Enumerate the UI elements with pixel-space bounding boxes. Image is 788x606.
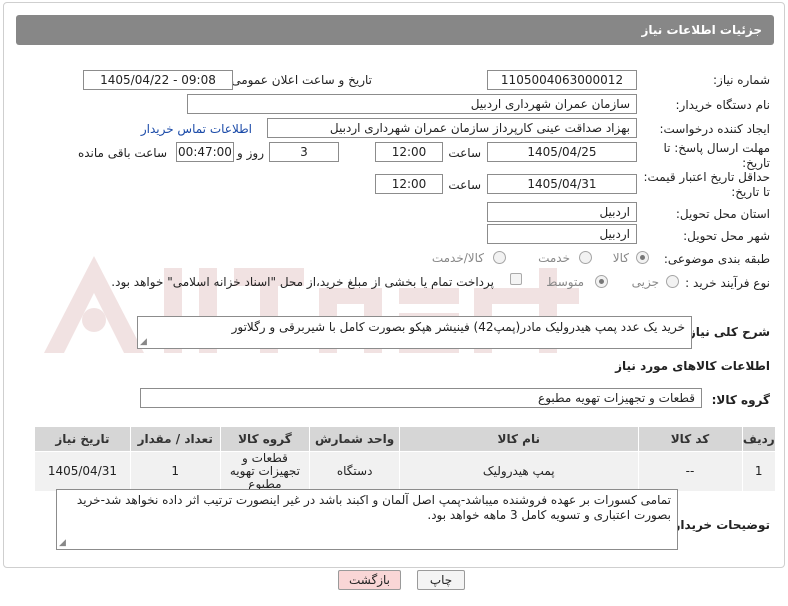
- announce-datetime-label: تاریخ و ساعت اعلان عمومی:: [227, 73, 372, 87]
- price-validity-label-line1: حداقل تاریخ اعتبار قیمت:: [643, 170, 770, 184]
- description-label: شرح کلی نیاز:: [684, 325, 770, 339]
- col-goods-name: نام کالا: [398, 426, 639, 452]
- deadline-date-field: 1405/04/25: [487, 142, 637, 162]
- goods-table: ردیف کد کالا نام کالا واحد شمارش گروه کا…: [34, 426, 776, 492]
- table-row: 1 -- پمپ هیدرولیک دستگاه قطعات و تجهیزات…: [34, 451, 776, 492]
- time-remaining-label: ساعت باقی مانده: [77, 146, 167, 160]
- cell-goods-code: --: [637, 451, 743, 492]
- announce-datetime-field: 1405/04/22 - 09:08: [83, 70, 233, 90]
- category-radio-goods[interactable]: [636, 251, 649, 264]
- description-text: خرید یک عدد پمپ هیدرولیک مادر(پمپ42) فین…: [231, 320, 685, 334]
- resize-grip-icon[interactable]: ◢: [140, 338, 147, 347]
- purchase-option-medium: متوسط: [546, 275, 584, 289]
- time-remaining-field: 00:47:00: [176, 142, 234, 162]
- cell-unit: دستگاه: [309, 451, 400, 492]
- category-radio-goods-service[interactable]: [493, 251, 506, 264]
- purchase-option-minor: جزیی: [631, 275, 659, 289]
- col-need-date: تاریخ نیاز: [34, 426, 131, 452]
- resize-grip-icon[interactable]: ◢: [59, 539, 66, 548]
- deadline-label-line1: مهلت ارسال پاسخ: تا: [663, 141, 770, 155]
- category-option-goods: کالا: [612, 251, 629, 265]
- buyer-org-field: سازمان عمران شهرداری اردبیل: [187, 94, 637, 114]
- deadline-label-line2: تاریخ:: [742, 156, 770, 170]
- city-label: شهر محل تحویل:: [683, 229, 770, 243]
- cell-goods-group: قطعات و تجهیزات تهویه مطبوع: [219, 451, 311, 492]
- buyer-notes-label: توضیحات خریدار:: [668, 518, 770, 532]
- days-remaining-field: 3: [269, 142, 339, 162]
- purchase-radio-minor[interactable]: [666, 275, 679, 288]
- buyer-notes-textarea[interactable]: تمامی کسورات بر عهده فروشنده میباشد-پمپ …: [56, 489, 678, 550]
- cell-goods-name: پمپ هیدرولیک: [398, 451, 639, 492]
- cell-quantity: 1: [129, 451, 221, 492]
- price-validity-label-line2: تا تاریخ:: [731, 185, 770, 199]
- cell-row-number: 1: [741, 451, 776, 492]
- category-label: طبقه بندی موضوعی:: [663, 252, 770, 266]
- need-number-field: 1105004063000012: [487, 70, 637, 90]
- province-field: اردبیل: [487, 202, 637, 222]
- col-goods-group: گروه کالا: [219, 426, 311, 452]
- category-option-service: خدمت: [538, 251, 570, 265]
- description-textarea[interactable]: خرید یک عدد پمپ هیدرولیک مادر(پمپ42) فین…: [137, 316, 692, 349]
- creator-field: بهزاد صداقت عینی کارپرداز سازمان عمران ش…: [267, 118, 637, 138]
- goods-group-field: قطعات و تجهیزات تهویه مطبوع: [140, 388, 702, 408]
- print-button[interactable]: چاپ: [417, 570, 465, 590]
- cell-need-date: 1405/04/31: [34, 451, 131, 492]
- category-radio-service[interactable]: [579, 251, 592, 264]
- panel-header: جزئیات اطلاعات نیاز: [16, 15, 774, 45]
- city-field: اردبیل: [487, 224, 637, 244]
- days-label: روز و: [237, 146, 264, 160]
- deadline-time-field: 12:00: [375, 142, 443, 162]
- creator-label: ایجاد کننده درخواست:: [659, 122, 770, 136]
- price-validity-time-label: ساعت: [448, 178, 481, 192]
- col-unit: واحد شمارش: [309, 426, 400, 452]
- treasury-payment-note: پرداخت تمام یا بخشی از مبلغ خرید،از محل …: [111, 275, 494, 289]
- buyer-org-label: نام دستگاه خریدار:: [675, 98, 771, 112]
- treasury-payment-checkbox[interactable]: [510, 273, 522, 285]
- col-quantity: تعداد / مقدار: [129, 426, 221, 452]
- details-panel: جزئیات اطلاعات نیاز شماره نیاز: 11050040…: [3, 2, 785, 568]
- province-label: استان محل تحویل:: [675, 207, 770, 221]
- col-row-number: ردیف: [741, 426, 776, 452]
- deadline-time-label: ساعت: [448, 146, 481, 160]
- goods-group-label: گروه کالا:: [711, 393, 770, 407]
- buyer-contact-link[interactable]: اطلاعات تماس خریدار: [141, 122, 252, 136]
- price-validity-date-field: 1405/04/31: [487, 174, 637, 194]
- buyer-notes-text: تمامی کسورات بر عهده فروشنده میباشد-پمپ …: [76, 493, 671, 522]
- col-goods-code: کد کالا: [637, 426, 743, 452]
- purchase-type-label: نوع فرآیند خرید :: [685, 276, 770, 290]
- category-option-goods-service: کالا/خدمت: [431, 251, 484, 265]
- need-number-label: شماره نیاز:: [713, 73, 770, 87]
- price-validity-time-field: 12:00: [375, 174, 443, 194]
- back-button[interactable]: بازگشت: [338, 570, 401, 590]
- table-header-row: ردیف کد کالا نام کالا واحد شمارش گروه کا…: [34, 426, 776, 452]
- purchase-radio-medium[interactable]: [595, 275, 608, 288]
- goods-info-title: اطلاعات کالاهای مورد نیاز: [615, 359, 770, 373]
